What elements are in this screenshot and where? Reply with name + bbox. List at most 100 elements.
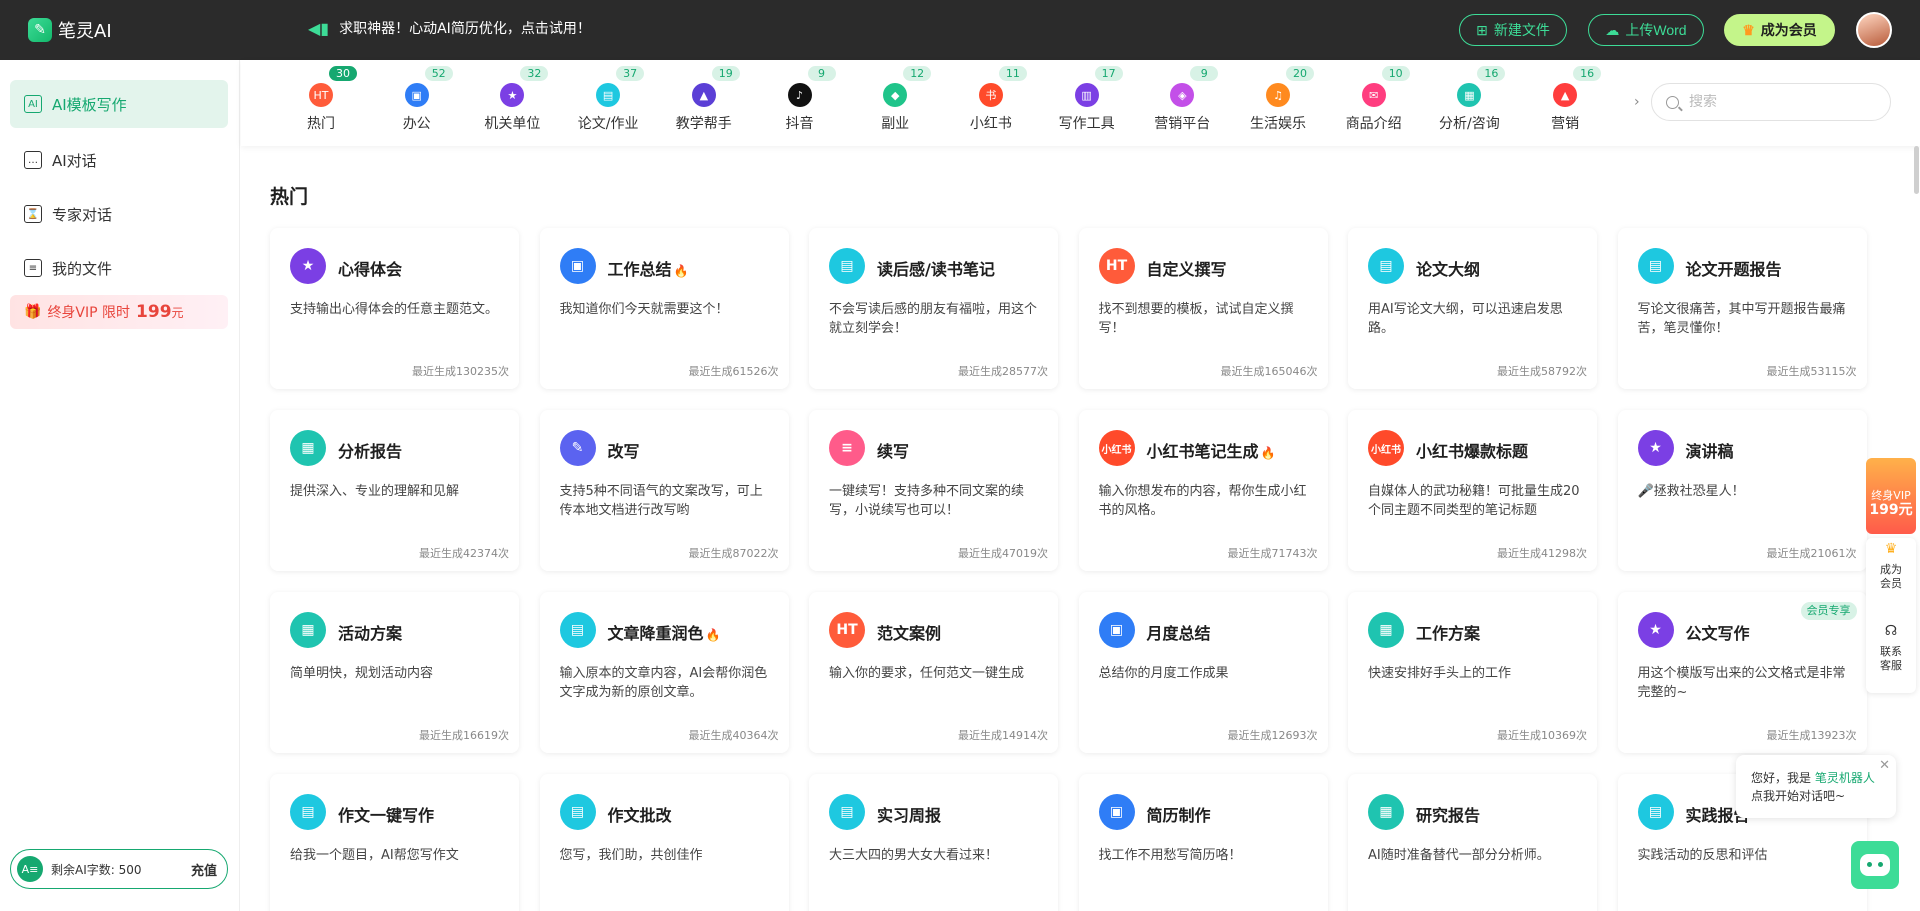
template-icon: ★ <box>290 248 326 284</box>
template-card[interactable]: ▣ 简历制作找工作不用愁写简历咯！ <box>1078 774 1328 911</box>
float-vip-text: 终身VIP <box>1871 489 1911 502</box>
category-item[interactable]: 37 ▤ 论文/作业 <box>560 60 656 146</box>
template-card[interactable]: ★ 公文写作 用这个模版写出来的公文格式是非常完整的~ 最近生成13923次 会员专享 <box>1617 592 1867 753</box>
category-item[interactable]: 12 ◆ 副业 <box>847 60 943 146</box>
sidebar-item-ai-template[interactable]: AI AI模板写作 <box>10 80 228 128</box>
new-file-label: 新建文件 <box>1493 22 1550 38</box>
category-icon: 书 <box>978 83 1003 107</box>
gift-icon: 🎁 <box>24 304 42 320</box>
flame-icon: 🔥 <box>1260 446 1276 460</box>
template-icon: ★ <box>1637 430 1674 466</box>
category-label: 商品介绍 <box>1345 116 1402 132</box>
chat-greeting-bubble[interactable]: ✕ 您好，我是 笔灵机器人 点我开始对话吧~ <box>1736 755 1896 818</box>
scrollbar[interactable] <box>1914 146 1919 194</box>
template-card[interactable]: 小红书 小红书爆款标题 自媒体人的武功秘籍！可批量生成20个同主题不同类型的笔记标题… <box>1348 410 1597 571</box>
template-card[interactable]: ✎ 改写 支持5种不同语气的文案改写，可上传本地文档进行改写哟 最近生成87022次 <box>539 410 789 571</box>
category-item[interactable]: 16 ▦ 分析/咨询 <box>1421 60 1517 146</box>
category-label: 分析/咨询 <box>1439 116 1500 132</box>
category-item[interactable]: 9 ◈ 营销平台 <box>1134 60 1230 146</box>
category-count-badge: 9 <box>1190 66 1219 81</box>
template-card[interactable]: ▤ 作文一键写作 给我一个题目，AI帮您写作文 <box>270 774 519 911</box>
category-item[interactable]: 52 ▣ 办公 <box>369 60 465 146</box>
template-title: 简历制作 <box>1146 806 1211 825</box>
template-icon: ▦ <box>290 612 326 648</box>
template-card[interactable]: ▦ 研究报告 AI随时准备替代一部分分析师。 <box>1348 774 1597 911</box>
category-count-badge: 9 <box>807 66 836 81</box>
template-description: 找工作不用愁写简历咯！ <box>1098 848 1242 863</box>
lifetime-vip-banner[interactable]: 🎁 终身VIP 限时 199 元 <box>10 295 228 329</box>
template-icon: ▤ <box>1637 248 1674 284</box>
sidebar-item-my-files[interactable]: ≡ 我的文件 <box>10 244 228 292</box>
template-card[interactable]: ▤ 论文开题报告 写论文很痛苦，其中写开题报告最痛苦，笔灵懂你！ 最近生成53115次 <box>1617 228 1867 389</box>
robot-chat-button[interactable] <box>1851 841 1899 889</box>
template-card[interactable]: ▤ 读后感/读书笔记 不会写读后感的朋友有福啦，用这个就立刻学会！ 最近生成28577… <box>809 228 1058 389</box>
template-title: 工作方案 <box>1416 624 1481 643</box>
template-title: 月度总结 <box>1146 624 1211 643</box>
search-box[interactable] <box>1651 83 1891 121</box>
template-card[interactable]: HT 范文案例 输入你的要求，任何范文一键生成 最近生成14914次 <box>809 592 1058 753</box>
crown-icon: ♛ <box>1884 541 1898 557</box>
template-description: 用AI写论文大纲，可以迅速启发思路。 <box>1368 302 1563 336</box>
category-item[interactable]: 9 ♪ 抖音 <box>752 60 848 146</box>
template-usage-count: 最近生成42374次 <box>419 547 509 560</box>
template-card[interactable]: ★ 心得体会 支持输出心得体会的任意主题范文。 最近生成130235次 <box>270 228 519 389</box>
promo-banner[interactable]: ◀▮ 求职神器！心动AI简历优化，点击试用！ <box>308 18 591 38</box>
template-card[interactable]: 小红书 小红书笔记生成 🔥 输入你想发布的内容，帮你生成小红书的风格。 最近生成7174… <box>1078 410 1328 571</box>
chat-bot-name: 笔灵机器人 <box>1814 771 1875 785</box>
template-description: 输入你的要求，任何范文一键生成 <box>829 666 1025 681</box>
template-title: 作文批改 <box>607 806 672 825</box>
category-count-badge: 16 <box>1477 66 1506 81</box>
chevron-right-icon[interactable]: › <box>1634 94 1640 110</box>
template-card[interactable]: ▣ 工作总结 🔥 我知道你们今天就需要这个！ 最近生成61526次 <box>539 228 789 389</box>
close-icon[interactable]: ✕ <box>1879 757 1890 775</box>
category-count-badge: 19 <box>711 66 740 81</box>
category-item[interactable]: 16 ▲ 营销 <box>1517 60 1613 146</box>
template-icon: ▦ <box>1368 794 1404 830</box>
template-card[interactable]: ▤ 作文批改 您写，我们助，共创佳作 <box>539 774 789 911</box>
template-card[interactable]: ▤ 实习周报 大三大四的男大女大看过来！ <box>809 774 1058 911</box>
category-item[interactable]: 30 HT 热门 <box>273 60 369 146</box>
search-input[interactable] <box>1689 94 1869 110</box>
become-member-button[interactable]: ♛ 成为会员 <box>1724 14 1835 46</box>
category-item[interactable]: 32 ★ 机关单位 <box>464 60 560 146</box>
sidebar-item-expert-chat[interactable]: ⌛ 专家对话 <box>10 190 228 238</box>
template-title: 作文一键写作 <box>338 806 435 825</box>
template-card[interactable]: ★ 演讲稿 🎤拯救社恐星人！ 最近生成21061次 <box>1617 410 1867 571</box>
template-card[interactable]: ▤ 论文大纲 用AI写论文大纲，可以迅速启发思路。 最近生成58792次 <box>1348 228 1597 389</box>
template-icon: ▣ <box>1098 794 1135 830</box>
category-icon: ♫ <box>1266 83 1290 107</box>
template-title: 自定义撰写 <box>1146 260 1227 279</box>
upload-word-button[interactable]: ☁ 上传Word <box>1588 14 1704 46</box>
float-vip-promo[interactable]: 终身VIP 199元 <box>1866 458 1916 534</box>
category-item[interactable]: 10 ✉ 商品介绍 <box>1326 60 1422 146</box>
sidebar-item-ai-chat[interactable]: … AI对话 <box>10 136 228 184</box>
category-item[interactable]: 19 ▲ 教学帮手 <box>656 60 752 146</box>
category-item[interactable]: 17 ▥ 写作工具 <box>1039 60 1135 146</box>
category-item[interactable]: 20 ♫ 生活娱乐 <box>1230 60 1326 146</box>
upload-word-label: 上传Word <box>1625 22 1687 38</box>
category-label: 论文/作业 <box>577 116 639 132</box>
template-card[interactable]: ▤ 文章降重润色 🔥 输入原本的文章内容，AI会帮你润色文字成为新的原创文章。 最近生成… <box>539 592 789 753</box>
template-card[interactable]: ≡ 续写 一键续写！支持多种不同文案的续写，小说续写也可以！ 最近生成47019次 <box>809 410 1058 571</box>
template-card[interactable]: ▦ 工作方案 快速安排好手头上的工作 最近生成10369次 <box>1348 592 1597 753</box>
category-item[interactable]: 11 书小红书 <box>943 60 1039 146</box>
category-label: 教学帮手 <box>675 116 732 132</box>
template-card[interactable]: ▦ 分析报告 提供深入、专业的理解和见解 最近生成42374次 <box>270 410 519 571</box>
float-become-member[interactable]: ♛ 成为会员 <box>1866 542 1916 591</box>
template-card[interactable]: ▣ 月度总结 总结你的月度工作成果 最近生成12693次 <box>1078 592 1328 753</box>
category-icon: ◆ <box>883 83 908 107</box>
category-icon: ▲ <box>691 83 716 107</box>
template-card[interactable]: ▦ 活动方案 简单明快，规划活动内容 最近生成16619次 <box>270 592 519 753</box>
float-contact-service[interactable]: ☊ 联系客服 <box>1866 624 1916 673</box>
app-logo[interactable]: ✎ 笔灵AI <box>28 16 112 44</box>
template-icon: HT <box>829 612 865 648</box>
template-usage-count: 最近生成40364次 <box>688 729 779 742</box>
recharge-button[interactable]: 充值 <box>191 860 217 879</box>
template-card[interactable]: HT 自定义撰写 找不到想要的模板，试试自定义撰写！ 最近生成165046次 <box>1078 228 1328 389</box>
template-description: 支持输出心得体会的任意主题范文。 <box>290 302 499 317</box>
user-avatar[interactable] <box>1856 12 1892 48</box>
template-title: 活动方案 <box>338 624 403 643</box>
new-file-button[interactable]: ⊞ 新建文件 <box>1459 14 1567 46</box>
template-icon: ▣ <box>559 248 596 284</box>
template-title: 工作总结 🔥 <box>607 260 689 279</box>
